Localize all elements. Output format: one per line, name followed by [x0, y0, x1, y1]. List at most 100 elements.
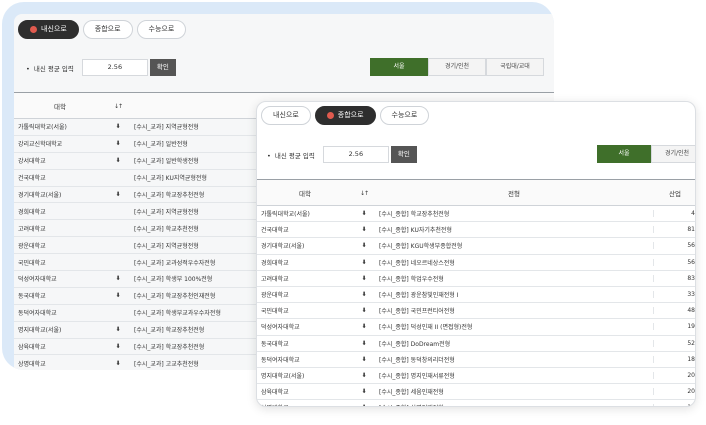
result-value: 83	[653, 274, 695, 282]
active-dot-icon	[30, 26, 37, 33]
tab-label: 종합으로	[337, 111, 364, 119]
download-icon[interactable]: ⬇	[106, 360, 130, 367]
download-icon[interactable]: ⬇	[106, 275, 130, 282]
gpa-input[interactable]: 2.56	[81, 59, 148, 76]
confirm-button[interactable]: 확인	[149, 59, 176, 76]
admission-type: [수시_종합] 국민프런티어전형	[379, 308, 455, 316]
header-result: 산업	[669, 189, 681, 198]
download-icon[interactable]: ⬇	[353, 291, 375, 298]
tab-label: 수능으로	[391, 111, 418, 119]
university-name: 경희대학교	[18, 208, 46, 216]
table-row[interactable]: 고려대학교 ⬇ [수시_종합] 학업우수전형 83	[257, 271, 695, 287]
region-tab-seoul[interactable]: 서울	[370, 58, 428, 76]
university-name: 삼육대학교	[261, 389, 289, 397]
front-gpa-row: • 내신 평균 입력 2.56 확인	[267, 146, 417, 163]
download-icon[interactable]: ⬇	[106, 191, 130, 198]
confirm-button[interactable]: 확인	[390, 146, 417, 163]
region-tab-seoul[interactable]: 서울	[597, 145, 651, 163]
university-name: 동덕여자대학교	[18, 310, 57, 318]
table-row[interactable]: 가톨릭대학교(서울) ⬇ [수시_종합] 학교장추천전형 4	[257, 206, 695, 223]
back-tab-suneung[interactable]: 수능으로	[136, 20, 187, 39]
university-name: 덕성여자대학교	[261, 324, 300, 332]
admission-type: [수시_종합] 명지인재서류전형	[379, 372, 455, 380]
region-tab-gyeonggi[interactable]: 경기/인천	[651, 145, 695, 163]
table-row[interactable]: 상명대학교⬇[수시_종합] 상명인재전형15	[257, 400, 695, 406]
university-name: 경기대학교(서울)	[261, 243, 305, 251]
university-name: 고려대학교	[261, 275, 289, 283]
table-row[interactable]: 동덕여자대학교 ⬇ [수시_종합] 동덕창의리더전형 18	[257, 352, 695, 368]
university-name: 명지대학교(서울)	[261, 372, 305, 380]
admission-type: [수시_종합] 동덕창의리더전형	[379, 356, 455, 364]
result-value: 56	[653, 242, 695, 250]
table-row[interactable]: 덕성여자대학교 ⬇ [수시_종합] 덕성인재 II (면접형)전형 19	[257, 319, 695, 336]
table-body: 가톨릭대학교(서울) ⬇ [수시_종합] 학교장추천전형 4 건국대학교 ⬇ [수시_종합]…	[257, 206, 695, 406]
result-value: 48	[653, 307, 695, 315]
download-icon[interactable]: ⬇	[353, 404, 375, 406]
result-value: 19	[653, 323, 695, 331]
university-name: 강리교신학대학교	[18, 141, 63, 149]
download-icon[interactable]: ⬇	[353, 388, 375, 395]
header-admission: 전형	[508, 189, 520, 198]
front-results-table: 대학 ↓↑ 전형 산업 가톨릭대학교(서울) ⬇ [수시_종합] 학교장추천전형 4 건…	[257, 179, 695, 406]
download-icon[interactable]: ⬇	[106, 326, 130, 333]
download-icon[interactable]: ⬇	[353, 210, 375, 217]
university-name: 가톨릭대학교(서울)	[261, 211, 310, 219]
admission-type: [수시_종합] KU자기추천전형	[379, 227, 452, 235]
table-row[interactable]: 경기대학교(서울) ⬇ [수시_종합] KGU학생부종합전형 56	[257, 238, 695, 255]
download-icon[interactable]: ⬇	[106, 123, 130, 130]
table-row[interactable]: 동국대학교 ⬇ [수시_종합] DoDream전형 52	[257, 336, 695, 352]
download-icon[interactable]: ⬇	[353, 259, 375, 266]
university-name: 경기대학교(서울)	[18, 192, 62, 199]
region-tab-national[interactable]: 국립대/교대	[486, 58, 544, 76]
download-icon[interactable]: ⬇	[353, 356, 375, 363]
download-icon[interactable]: ⬇	[353, 307, 375, 314]
download-icon[interactable]: ⬇	[106, 140, 130, 147]
back-gpa-row: • 내신 평균 입력 2.56 확인	[26, 59, 176, 76]
table-row[interactable]: 경희대학교 ⬇ [수시_종합] 네오르네상스전형 56	[257, 255, 695, 271]
front-tab-naesin[interactable]: 내신으로	[261, 106, 311, 125]
download-icon[interactable]: ⬇	[353, 372, 375, 379]
university-name: 동국대학교	[261, 340, 289, 348]
gpa-label: • 내신 평균 입력	[26, 64, 74, 73]
sort-icon[interactable]: ↓↑	[106, 102, 130, 110]
result-value: 18	[653, 355, 695, 363]
table-header: 대학 ↓↑ 전형 산업	[257, 180, 695, 206]
download-icon[interactable]: ⬇	[353, 275, 375, 282]
tab-label: 수능으로	[148, 25, 175, 33]
university-name: 동덕여자대학교	[261, 356, 300, 364]
back-tab-naesin[interactable]: 내신으로	[18, 20, 79, 39]
download-icon[interactable]: ⬇	[106, 292, 130, 299]
download-icon[interactable]: ⬇	[353, 340, 375, 347]
university-name: 광운대학교	[261, 292, 289, 300]
table-row[interactable]: 국민대학교 ⬇ [수시_종합] 국민프런티어전형 48	[257, 303, 695, 320]
front-tab-jonghap[interactable]: 종합으로	[314, 106, 376, 125]
gpa-input[interactable]: 2.56	[322, 146, 389, 163]
active-dot-icon	[326, 112, 334, 119]
table-row[interactable]: 명지대학교(서울) ⬇ [수시_종합] 명지인재서류전형 20	[257, 368, 695, 385]
result-value: 56	[653, 258, 695, 266]
download-icon[interactable]: ⬇	[106, 343, 130, 350]
download-icon[interactable]: ⬇	[353, 323, 375, 330]
front-card: 내신으로 종합으로 수능으로 • 내신 평균 입력 2.56 확인 서울 경기/인…	[256, 101, 696, 407]
university-name: 강서대학교	[18, 158, 46, 166]
university-name: 국민대학교	[18, 259, 46, 267]
region-tab-gyeonggi[interactable]: 경기/인천	[428, 58, 486, 76]
front-region-tabs: 서울 경기/인천	[597, 145, 695, 163]
sort-icon[interactable]: ↓↑	[353, 189, 375, 197]
admission-type: [수시_종합] 학업우수전형	[379, 275, 444, 283]
university-name: 상명대학교	[18, 360, 46, 368]
table-row[interactable]: 삼육대학교 ⬇ [수시_종합] 세움인재전형 20	[257, 384, 695, 401]
result-value: 20	[653, 388, 695, 396]
tab-label: 내신으로	[273, 111, 299, 119]
front-tab-suneung[interactable]: 수능으로	[379, 106, 430, 125]
gpa-label: • 내신 평균 입력	[267, 151, 315, 160]
admission-type: [수시_종합] 네오르네상스전형	[379, 259, 455, 267]
table-row[interactable]: 건국대학교 ⬇ [수시_종합] KU자기추천전형 81	[257, 222, 695, 239]
result-value: 81	[653, 226, 695, 234]
download-icon[interactable]: ⬇	[353, 242, 375, 249]
download-icon[interactable]: ⬇	[106, 157, 130, 164]
university-name: 삼육대학교	[18, 344, 46, 352]
download-icon[interactable]: ⬇	[353, 226, 375, 233]
back-tab-jonghap[interactable]: 종합으로	[82, 20, 133, 39]
table-row[interactable]: 광운대학교 ⬇ [수시_종합] 광운참빛인재전형 I 33	[257, 287, 695, 304]
